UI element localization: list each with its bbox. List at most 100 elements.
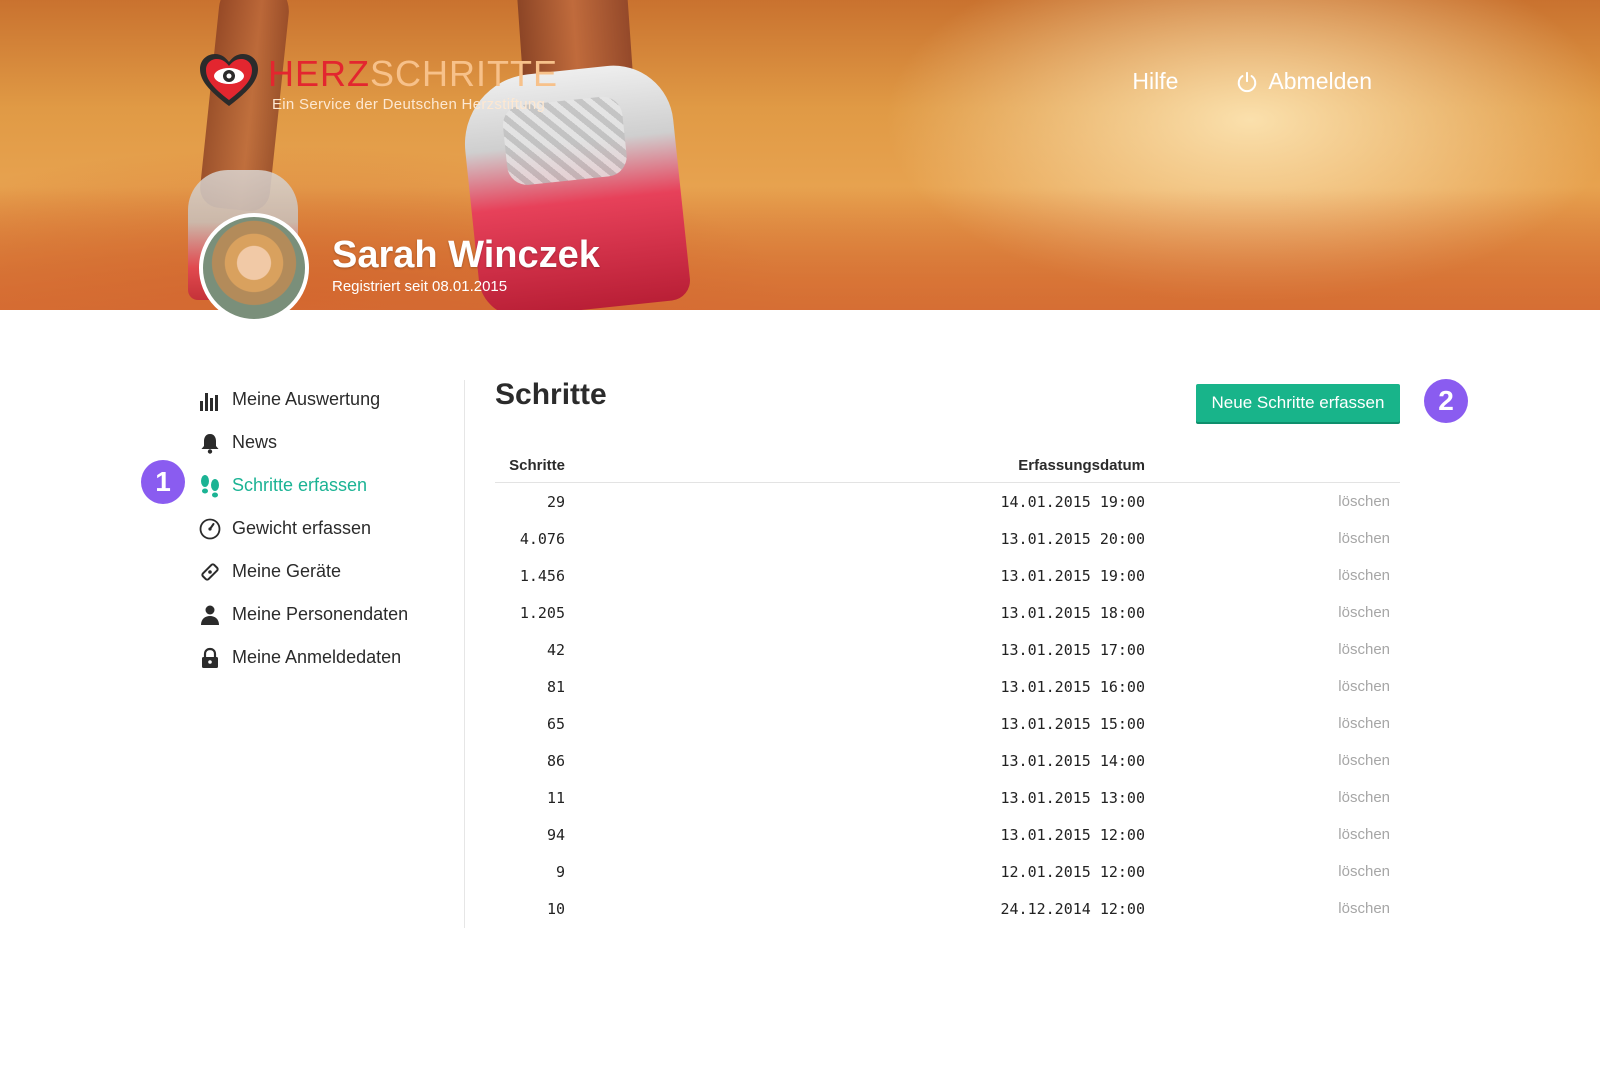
logout-label: Abmelden bbox=[1268, 68, 1372, 94]
delete-link[interactable]: löschen bbox=[1338, 678, 1390, 695]
new-steps-button[interactable]: Neue Schritte erfassen bbox=[1196, 384, 1400, 422]
sidebar-item-meine-auswertung[interactable]: Meine Auswertung bbox=[198, 378, 458, 421]
cell-actions: löschen bbox=[1155, 705, 1400, 742]
table-row: 81 13.01.2015 16:00 löschen bbox=[495, 668, 1400, 705]
cell-actions: löschen bbox=[1155, 816, 1400, 853]
power-icon bbox=[1238, 71, 1257, 92]
delete-link[interactable]: löschen bbox=[1338, 900, 1390, 917]
lock-icon bbox=[198, 646, 222, 670]
cell-date: 13.01.2015 17:00 bbox=[1000, 640, 1146, 659]
cell-actions: löschen bbox=[1155, 890, 1400, 927]
cell-steps: 9 bbox=[555, 862, 565, 881]
cell-actions: löschen bbox=[1155, 557, 1400, 594]
delete-link[interactable]: löschen bbox=[1338, 641, 1390, 658]
sidebar-item-news[interactable]: News bbox=[198, 421, 458, 464]
table-row: 1.456 13.01.2015 19:00 löschen bbox=[495, 557, 1400, 594]
delete-link[interactable]: löschen bbox=[1338, 752, 1390, 769]
badge-one: 1 bbox=[141, 460, 185, 504]
delete-link[interactable]: löschen bbox=[1338, 493, 1390, 510]
table-row: 29 14.01.2015 19:00 löschen bbox=[495, 483, 1400, 521]
gauge-icon bbox=[198, 517, 222, 541]
cell-date: 13.01.2015 19:00 bbox=[1000, 566, 1146, 585]
sidebar-item-label: News bbox=[232, 432, 278, 452]
profile-registered: Registriert seit 08.01.2015 bbox=[332, 278, 508, 295]
cell-actions: löschen bbox=[1155, 779, 1400, 816]
sidebar-item-gewicht-erfassen[interactable]: Gewicht erfassen bbox=[198, 507, 458, 550]
cell-date: 13.01.2015 15:00 bbox=[1000, 714, 1146, 733]
table-row: 4.076 13.01.2015 20:00 löschen bbox=[495, 520, 1400, 557]
profile-name: Sarah Winczek bbox=[332, 234, 600, 276]
delete-link[interactable]: löschen bbox=[1338, 863, 1390, 880]
person-icon bbox=[198, 603, 222, 627]
cell-date: 13.01.2015 16:00 bbox=[1000, 677, 1146, 696]
bell-icon bbox=[198, 431, 222, 455]
table-row: 65 13.01.2015 15:00 löschen bbox=[495, 705, 1400, 742]
content-divider bbox=[464, 380, 465, 928]
delete-link[interactable]: löschen bbox=[1338, 826, 1390, 843]
cell-date: 13.01.2015 20:00 bbox=[1000, 529, 1146, 548]
cell-date: 14.01.2015 19:00 bbox=[1000, 492, 1146, 511]
brand-tagline: Ein Service der Deutschen Herzstiftung bbox=[272, 96, 546, 113]
bar-chart-icon bbox=[198, 388, 222, 412]
cell-steps: 81 bbox=[546, 677, 565, 696]
cell-steps: 94 bbox=[546, 825, 565, 844]
cell-actions: löschen bbox=[1155, 594, 1400, 631]
page-title: Schritte bbox=[495, 378, 607, 411]
delete-link[interactable]: löschen bbox=[1338, 715, 1390, 732]
table-row: 11 13.01.2015 13:00 löschen bbox=[495, 779, 1400, 816]
sidebar-item-meine-personendaten[interactable]: Meine Personendaten bbox=[198, 593, 458, 636]
table-row: 94 13.01.2015 12:00 löschen bbox=[495, 816, 1400, 853]
table-body: 29 14.01.2015 19:00 löschen 4.076 13.01.2015… bbox=[495, 483, 1400, 928]
device-icon bbox=[198, 560, 222, 584]
column-header-date: Erfassungsdatum bbox=[575, 448, 1155, 483]
cell-actions: löschen bbox=[1155, 742, 1400, 779]
sidebar-item-meine-anmeldedaten[interactable]: Meine Anmeldedaten bbox=[198, 636, 458, 679]
steps-table: Schritte Erfassungsdatum 29 14.01.2015 19… bbox=[495, 448, 1400, 927]
sidebar-item-label: Meine Personendaten bbox=[232, 604, 409, 624]
cell-actions: löschen bbox=[1155, 631, 1400, 668]
table-header-row: Schritte Erfassungsdatum bbox=[495, 448, 1400, 483]
cell-steps: 29 bbox=[546, 492, 565, 511]
heart-eye-logo-icon bbox=[200, 54, 258, 106]
sidebar-item-label: Meine Geräte bbox=[232, 561, 342, 581]
column-header-steps: Schritte bbox=[495, 448, 575, 483]
table-row: 1.205 13.01.2015 18:00 löschen bbox=[495, 594, 1400, 631]
cell-steps: 42 bbox=[546, 640, 565, 659]
cell-steps: 65 bbox=[546, 714, 565, 733]
sidebar-item-schritte-erfassen[interactable]: Schritte erfassen bbox=[198, 464, 458, 507]
column-header-actions bbox=[1155, 448, 1400, 483]
help-link[interactable]: Hilfe bbox=[1132, 68, 1178, 95]
cell-actions: löschen bbox=[1155, 853, 1400, 890]
cell-steps: 86 bbox=[546, 751, 565, 770]
delete-link[interactable]: löschen bbox=[1338, 604, 1390, 621]
table-row: 9 12.01.2015 12:00 löschen bbox=[495, 853, 1400, 890]
logo[interactable]: HERZSCHRITTE Ein Service der Deutschen H… bbox=[198, 52, 558, 113]
cell-date: 24.12.2014 12:00 bbox=[1000, 899, 1146, 918]
brand-name: HERZSCHRITTE bbox=[268, 56, 558, 92]
delete-link[interactable]: löschen bbox=[1338, 789, 1390, 806]
cell-steps: 11 bbox=[546, 788, 565, 807]
sidebar-item-meine-geraete[interactable]: Meine Geräte bbox=[198, 550, 458, 593]
cell-steps: 10 bbox=[546, 899, 565, 918]
avatar[interactable] bbox=[199, 213, 309, 323]
cell-actions: löschen bbox=[1155, 483, 1400, 521]
delete-link[interactable]: löschen bbox=[1338, 567, 1390, 584]
delete-link[interactable]: löschen bbox=[1338, 530, 1390, 547]
logout-link[interactable]: Abmelden bbox=[1236, 68, 1372, 95]
sidebar-item-label: Meine Auswertung bbox=[232, 389, 381, 409]
help-label: Hilfe bbox=[1132, 68, 1179, 94]
badge-two: 2 bbox=[1424, 379, 1468, 423]
cell-date: 13.01.2015 13:00 bbox=[1000, 788, 1146, 807]
cell-date: 13.01.2015 18:00 bbox=[1000, 603, 1146, 622]
top-navigation: Hilfe Abmelden bbox=[1132, 68, 1372, 95]
sidebar-item-label: Meine Anmeldedaten bbox=[232, 647, 402, 667]
cell-steps: 1.456 bbox=[519, 566, 565, 585]
cell-date: 13.01.2015 12:00 bbox=[1000, 825, 1146, 844]
cell-steps: 4.076 bbox=[519, 529, 565, 548]
brand-name-part1: HERZ bbox=[268, 53, 370, 94]
cell-steps: 1.205 bbox=[519, 603, 565, 622]
cell-date: 13.01.2015 14:00 bbox=[1000, 751, 1146, 770]
table-row: 86 13.01.2015 14:00 löschen bbox=[495, 742, 1400, 779]
footprints-icon bbox=[198, 474, 222, 498]
cell-date: 12.01.2015 12:00 bbox=[1000, 862, 1146, 881]
